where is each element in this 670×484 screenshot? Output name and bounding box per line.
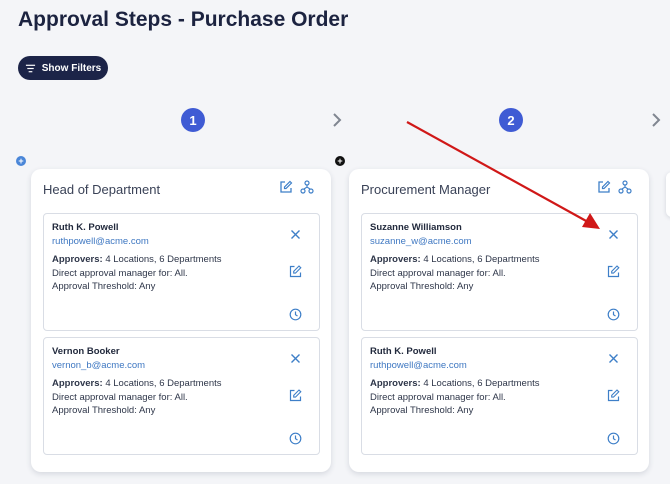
history-clock-icon[interactable] bbox=[289, 308, 302, 321]
add-step-between-button[interactable]: + bbox=[335, 156, 345, 166]
approvers-summary: Approvers: 4 Locations, 6 Departments bbox=[370, 378, 540, 389]
edit-approver-icon[interactable] bbox=[607, 389, 620, 402]
edit-approver-icon[interactable] bbox=[289, 389, 302, 402]
approver-email[interactable]: vernon_b@acme.com bbox=[52, 360, 145, 371]
approver-card: Ruth K. Powell ruthpowell@acme.com Appro… bbox=[361, 337, 638, 455]
approver-card: Ruth K. Powell ruthpowell@acme.com Appro… bbox=[43, 213, 320, 331]
step-2-badge: 2 bbox=[499, 108, 523, 132]
direct-approval-text: Direct approval manager for: All. bbox=[52, 268, 188, 279]
add-step-before-button[interactable]: + bbox=[16, 156, 26, 166]
direct-approval-text: Direct approval manager for: All. bbox=[370, 392, 506, 403]
approval-threshold-text: Approval Threshold: Any bbox=[370, 281, 474, 292]
history-clock-icon[interactable] bbox=[289, 432, 302, 445]
direct-approval-text: Direct approval manager for: All. bbox=[370, 268, 506, 279]
direct-approval-text: Direct approval manager for: All. bbox=[52, 392, 188, 403]
approval-threshold-text: Approval Threshold: Any bbox=[370, 405, 474, 416]
approval-flow-icon[interactable] bbox=[618, 180, 632, 194]
edit-step-icon[interactable] bbox=[597, 180, 611, 194]
approval-threshold-text: Approval Threshold: Any bbox=[52, 281, 156, 292]
chevron-right-icon bbox=[333, 113, 342, 127]
approval-threshold-text: Approval Threshold: Any bbox=[52, 405, 156, 416]
remove-approver-icon[interactable] bbox=[607, 352, 620, 365]
edit-approver-icon[interactable] bbox=[607, 265, 620, 278]
page-title: Approval Steps - Purchase Order bbox=[18, 8, 349, 31]
approver-email[interactable]: ruthpowell@acme.com bbox=[52, 236, 149, 247]
approval-flow-icon[interactable] bbox=[300, 180, 314, 194]
history-clock-icon[interactable] bbox=[607, 432, 620, 445]
step-role-title: Head of Department bbox=[43, 182, 161, 197]
edit-step-icon[interactable] bbox=[279, 180, 293, 194]
remove-approver-icon[interactable] bbox=[289, 228, 302, 241]
approvers-summary: Approvers: 4 Locations, 6 Departments bbox=[52, 378, 222, 389]
step-role-title: Procurement Manager bbox=[361, 182, 491, 197]
edit-approver-icon[interactable] bbox=[289, 265, 302, 278]
history-clock-icon[interactable] bbox=[607, 308, 620, 321]
approvers-summary: Approvers: 4 Locations, 6 Departments bbox=[370, 254, 540, 265]
step-card-head-of-department: Head of Department Ruth K. Powell ruthpo… bbox=[31, 169, 331, 472]
approver-name: Vernon Booker bbox=[52, 346, 120, 357]
approver-card: Vernon Booker vernon_b@acme.com Approver… bbox=[43, 337, 320, 455]
approver-name: Suzanne Williamson bbox=[370, 222, 462, 233]
step-card-procurement-manager: Procurement Manager Suzanne Williamson s… bbox=[349, 169, 649, 472]
approver-name: Ruth K. Powell bbox=[370, 346, 437, 357]
show-filters-label: Show Filters bbox=[41, 62, 102, 74]
approvers-summary: Approvers: 4 Locations, 6 Departments bbox=[52, 254, 222, 265]
approver-email[interactable]: ruthpowell@acme.com bbox=[370, 360, 467, 371]
approver-name: Ruth K. Powell bbox=[52, 222, 119, 233]
remove-approver-icon[interactable] bbox=[289, 352, 302, 365]
remove-approver-icon[interactable] bbox=[607, 228, 620, 241]
chevron-right-icon bbox=[652, 113, 661, 127]
filter-lines-icon bbox=[25, 64, 35, 72]
approver-email[interactable]: suzanne_w@acme.com bbox=[370, 236, 472, 247]
step-1-badge: 1 bbox=[181, 108, 205, 132]
next-step-card-edge bbox=[666, 172, 670, 217]
show-filters-button[interactable]: Show Filters bbox=[18, 56, 108, 80]
approver-card: Suzanne Williamson suzanne_w@acme.com Ap… bbox=[361, 213, 638, 331]
